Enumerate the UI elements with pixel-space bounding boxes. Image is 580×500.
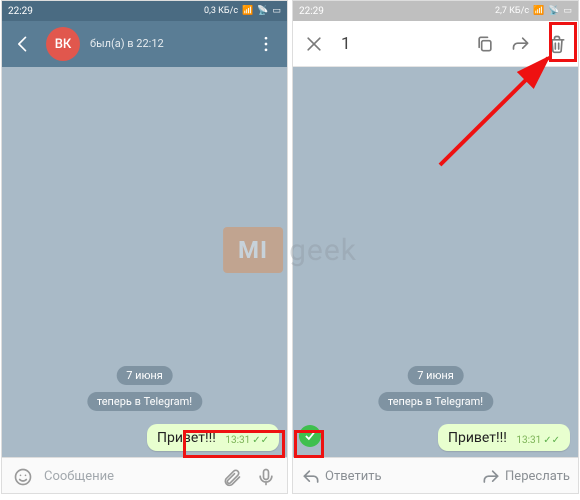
- read-ticks-icon: ✓✓: [543, 435, 560, 446]
- chat-canvas[interactable]: 7 июня теперь в Telegram! Привет!!! 13:3…: [293, 67, 578, 457]
- net-speed: 2,7 КБ/с: [495, 6, 529, 16]
- message-text: Привет!!!: [157, 430, 216, 446]
- system-pill: теперь в Telegram!: [87, 392, 202, 411]
- message-bubble[interactable]: Привет!!! 13:31✓✓: [438, 424, 570, 451]
- net-speed: 0,3 КБ/с: [204, 6, 238, 16]
- status-bar: 22:29 0,3 КБ/с 📶 📡 ▭: [2, 1, 287, 21]
- status-time: 22:29: [8, 6, 33, 17]
- status-indicators: 0,3 КБ/с 📶 📡 ▭: [204, 6, 281, 16]
- title-block[interactable]: был(а) в 22:12: [90, 38, 243, 50]
- chat-header: ВК был(а) в 22:12: [2, 21, 287, 67]
- wifi-icon: 📡: [548, 6, 559, 16]
- message-time: 13:31: [225, 435, 250, 446]
- reply-button[interactable]: Ответить: [301, 467, 382, 487]
- close-button[interactable]: [301, 31, 327, 57]
- message-input[interactable]: Сообщение: [44, 469, 211, 484]
- battery-icon: ▭: [563, 6, 572, 16]
- status-indicators: 2,7 КБ/с 📶 📡 ▭: [495, 6, 572, 16]
- message-meta: 13:31✓✓: [225, 435, 269, 446]
- forward-button[interactable]: Переслать: [481, 467, 570, 487]
- selection-count: 1: [337, 34, 462, 54]
- battery-icon: ▭: [272, 6, 281, 16]
- more-button[interactable]: [253, 31, 279, 57]
- emoji-button[interactable]: [10, 464, 36, 490]
- status-time: 22:29: [299, 6, 324, 17]
- message-bubble[interactable]: Привет!!! 13:31✓✓: [147, 424, 279, 451]
- copy-button[interactable]: [472, 31, 498, 57]
- message-text: Привет!!!: [448, 430, 507, 446]
- signal-icon: 📶: [533, 6, 544, 16]
- date-pill: 7 июня: [407, 366, 464, 385]
- forward-label: Переслать: [505, 469, 570, 484]
- selection-header: 1: [293, 21, 578, 67]
- message-meta: 13:31✓✓: [516, 435, 560, 446]
- date-pill: 7 июня: [116, 366, 173, 385]
- system-pill: теперь в Telegram!: [378, 392, 493, 411]
- phone-right: 22:29 2,7 КБ/с 📶 📡 ▭ 1 7 июн: [292, 0, 579, 494]
- read-ticks-icon: ✓✓: [252, 435, 269, 446]
- back-button[interactable]: [10, 31, 36, 57]
- input-bar: Сообщение: [2, 457, 287, 494]
- action-bar: Ответить Переслать: [293, 457, 578, 494]
- phone-left: 22:29 0,3 КБ/с 📶 📡 ▭ ВК был(а) в 22:12 7…: [1, 0, 288, 494]
- signal-icon: 📶: [242, 6, 253, 16]
- delete-button[interactable]: [544, 31, 570, 57]
- reply-label: Ответить: [325, 469, 382, 484]
- selection-check-icon[interactable]: [299, 425, 321, 447]
- avatar[interactable]: ВК: [46, 27, 80, 61]
- forward-icon-button[interactable]: [508, 31, 534, 57]
- status-bar: 22:29 2,7 КБ/с 📶 📡 ▭: [293, 1, 578, 21]
- wifi-icon: 📡: [257, 6, 268, 16]
- message-time: 13:31: [516, 435, 541, 446]
- chat-subtitle: был(а) в 22:12: [90, 38, 243, 50]
- chat-canvas[interactable]: 7 июня теперь в Telegram! Привет!!! 13:3…: [2, 67, 287, 457]
- mic-button[interactable]: [253, 464, 279, 490]
- attach-button[interactable]: [219, 464, 245, 490]
